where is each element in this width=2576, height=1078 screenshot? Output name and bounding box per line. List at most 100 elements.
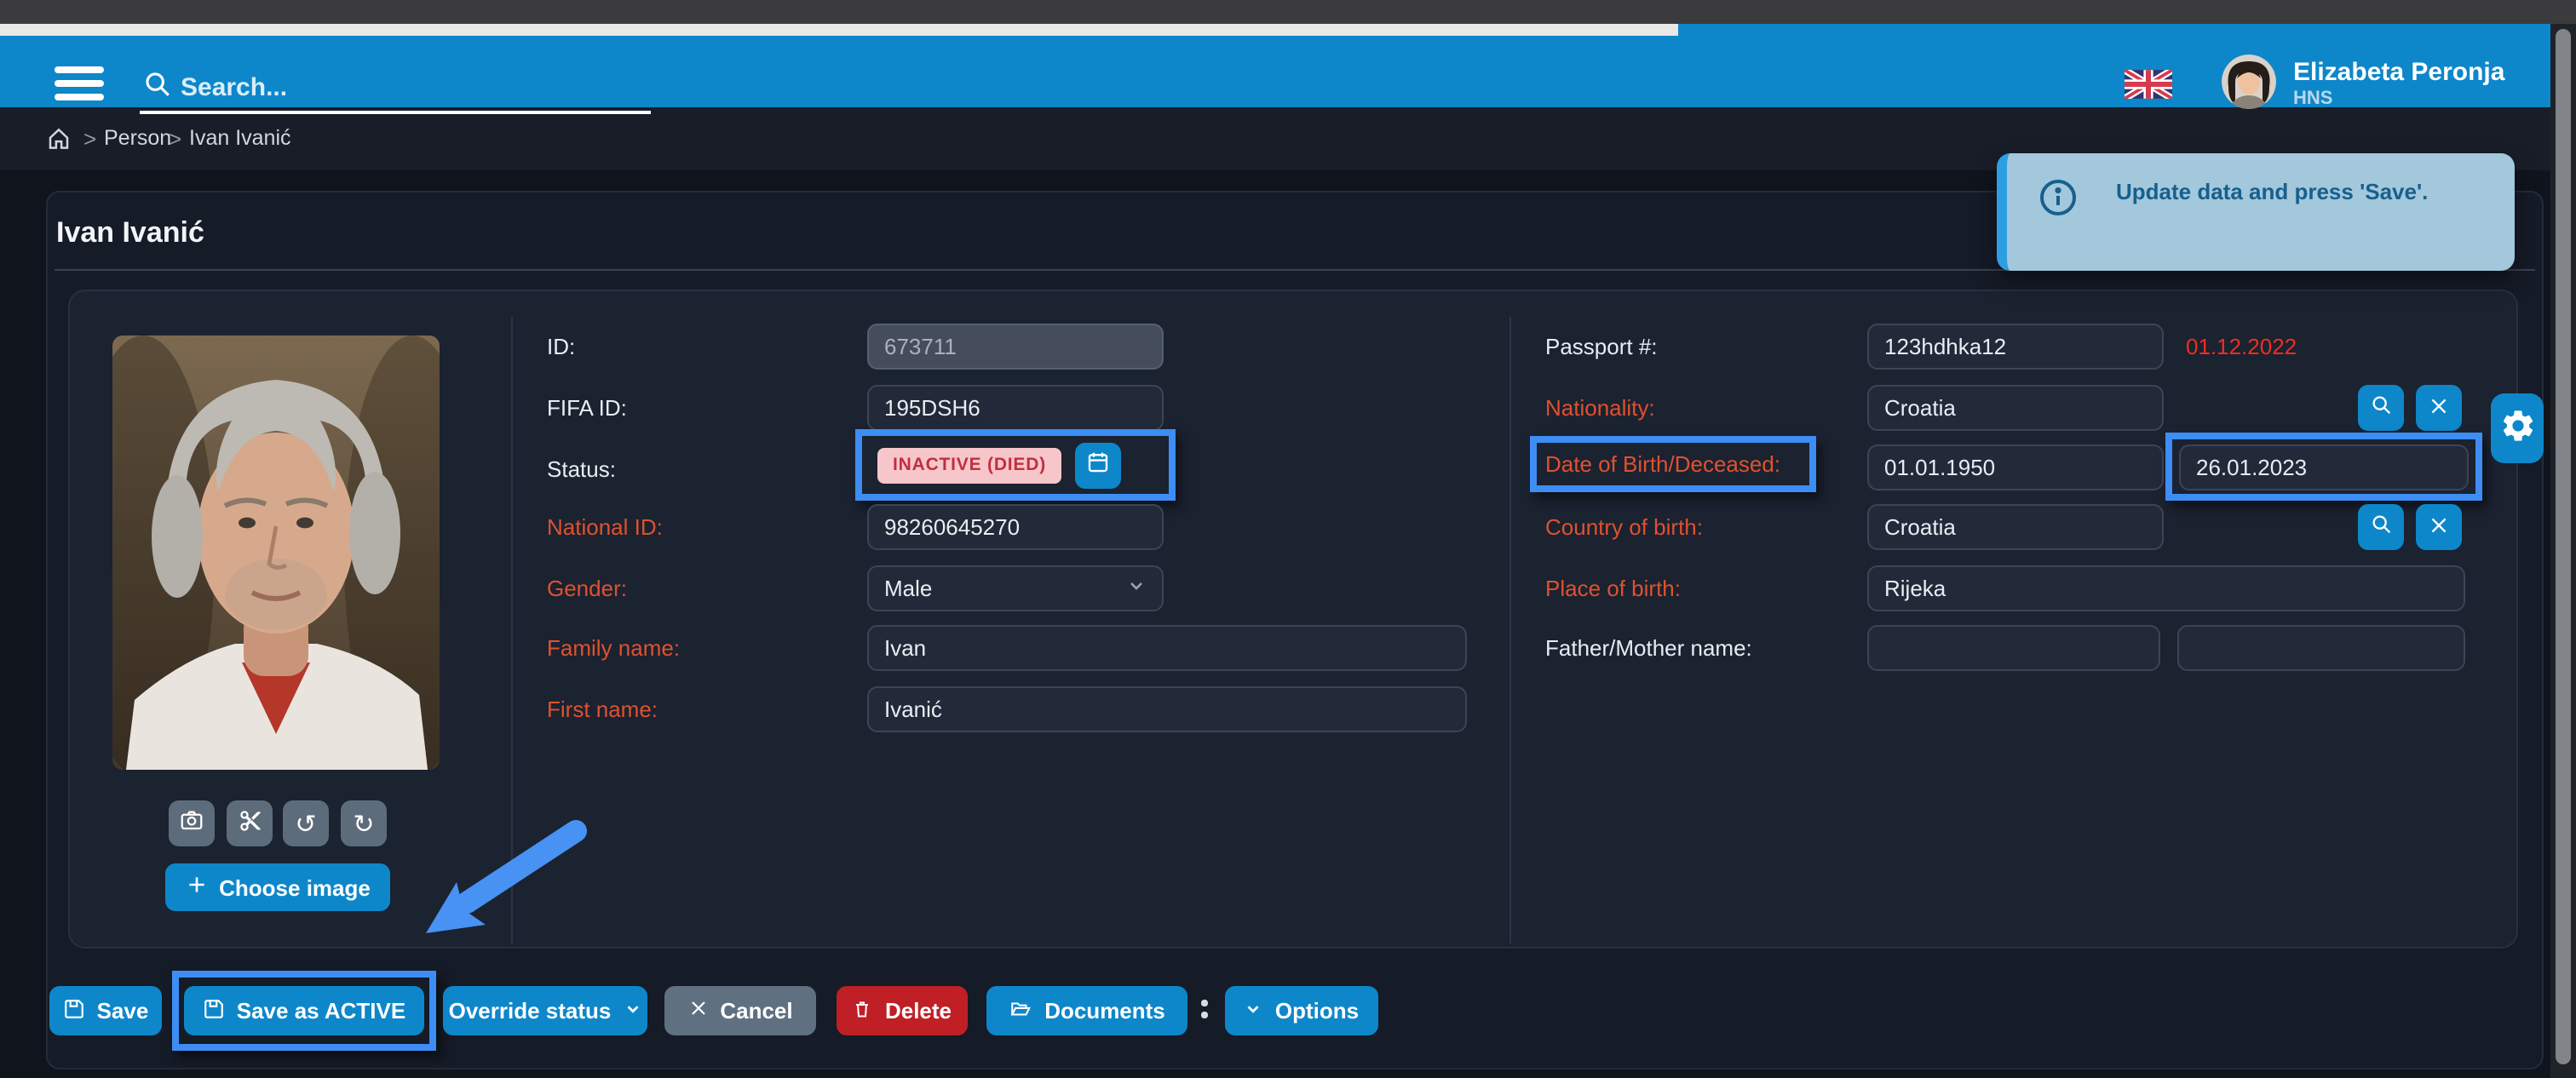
country-clear-button[interactable] (2416, 504, 2462, 550)
close-icon (2428, 394, 2450, 421)
folder-icon (1009, 997, 1032, 1024)
country-of-birth-field[interactable] (1867, 504, 2164, 550)
search-icon (2369, 513, 2393, 542)
search-input[interactable] (181, 68, 641, 106)
search-icon (143, 70, 172, 107)
breadcrumb-item-person[interactable]: Person (104, 107, 171, 170)
options-label: Options (1275, 998, 1359, 1024)
hamburger-menu-button[interactable] (55, 66, 104, 100)
save-active-annotation-highlight: Save as ACTIVE (172, 971, 436, 1051)
rotate-right-button[interactable]: ↻ (341, 800, 387, 846)
crop-cut-button[interactable] (227, 800, 273, 846)
id-field (867, 324, 1164, 370)
delete-label: Delete (885, 998, 952, 1024)
save-label: Save (97, 998, 149, 1024)
gear-icon (2498, 407, 2536, 450)
family-name-field[interactable] (867, 625, 1467, 671)
save-icon (63, 997, 85, 1024)
cancel-label: Cancel (720, 998, 792, 1024)
documents-label: Documents (1044, 998, 1165, 1024)
breadcrumb-item-current: Ivan Ivanić (189, 107, 291, 170)
status-calendar-button[interactable] (1075, 442, 1121, 488)
annotation-arrow (405, 814, 596, 950)
national-id-field[interactable] (867, 504, 1164, 550)
rotate-right-icon: ↻ (353, 808, 374, 839)
chevron-down-icon (1126, 576, 1147, 601)
field-label-country-of-birth: Country of birth: (1545, 504, 1703, 550)
first-name-field[interactable] (867, 686, 1467, 732)
plus-icon (185, 874, 207, 901)
chevron-down-icon (623, 998, 641, 1024)
save-as-active-label: Save as ACTIVE (237, 998, 405, 1024)
field-label-fifa-id: FIFA ID: (547, 385, 627, 431)
app-window: Elizabeta Peronja HNS > Person > Ivan Iv… (0, 0, 2576, 1078)
window-chrome-bar (0, 0, 2576, 24)
gender-select[interactable]: Male (867, 565, 1164, 611)
close-icon (2428, 513, 2450, 541)
field-label-gender: Gender: (547, 565, 627, 611)
place-of-birth-field[interactable] (1867, 565, 2465, 611)
field-label-id: ID: (547, 324, 575, 370)
page-title: Ivan Ivanić (56, 216, 204, 250)
column-divider (1509, 317, 1511, 943)
father-name-field[interactable] (1867, 625, 2160, 671)
hamburger-bar (55, 94, 104, 100)
field-label-status: Status: (547, 446, 616, 492)
choose-image-button[interactable]: Choose image (165, 863, 390, 911)
override-status-button[interactable]: Override status (443, 986, 647, 1035)
language-flag-uk-icon[interactable] (2125, 70, 2172, 107)
documents-button[interactable]: Documents (986, 986, 1187, 1035)
calendar-icon (1085, 450, 1111, 480)
camera-icon (179, 807, 204, 840)
trash-icon (853, 997, 873, 1024)
dob-label-annotation-highlight: Date of Birth/Deceased: (1530, 436, 1816, 492)
info-toast: Update data and press 'Save'. (1997, 153, 2515, 271)
fifa-id-field[interactable] (867, 385, 1164, 431)
deceased-date-annotation-highlight (2165, 433, 2482, 501)
breadcrumb-separator: > (169, 107, 181, 170)
close-icon (687, 998, 708, 1024)
save-button[interactable]: Save (49, 986, 162, 1035)
home-icon[interactable] (46, 126, 72, 160)
settings-button[interactable] (2491, 393, 2544, 463)
user-avatar[interactable] (2222, 54, 2276, 109)
field-label-passport: Passport #: (1545, 324, 1658, 370)
app-header: Elizabeta Peronja HNS (0, 24, 2550, 107)
scrollbar-thumb[interactable] (2556, 29, 2571, 1064)
camera-button[interactable] (169, 800, 215, 846)
save-icon (203, 997, 225, 1024)
mother-name-field[interactable] (2177, 625, 2465, 671)
info-icon (2038, 174, 2079, 226)
status-annotation-highlight: INACTIVE (DIED) (855, 429, 1176, 501)
user-name[interactable]: Elizabeta Peronja (2293, 58, 2504, 87)
cancel-button[interactable]: Cancel (664, 986, 816, 1035)
override-status-label: Override status (449, 998, 612, 1024)
toast-message: Update data and press 'Save'. (2116, 174, 2428, 204)
scissors-icon (238, 808, 262, 839)
window-chrome-edge (0, 24, 1678, 36)
nationality-clear-button[interactable] (2416, 385, 2462, 431)
options-button[interactable]: Options (1225, 986, 1378, 1035)
ellipsis-separator (1201, 996, 1208, 1027)
rotate-left-icon: ↺ (295, 808, 316, 839)
field-label-first-name: First name: (547, 686, 658, 732)
save-as-active-button[interactable]: Save as ACTIVE (184, 986, 424, 1035)
status-badge: INACTIVE (DIED) (877, 447, 1061, 483)
field-label-dob: Date of Birth/Deceased: (1545, 443, 1780, 485)
rotate-left-button[interactable]: ↺ (283, 800, 329, 846)
hamburger-bar (55, 66, 104, 73)
nationality-search-button[interactable] (2358, 385, 2404, 431)
gender-value: Male (884, 576, 932, 601)
deceased-date-field[interactable] (2179, 444, 2469, 490)
passport-expiry-date: 01.12.2022 (2186, 324, 2297, 370)
birth-date-field[interactable] (1867, 444, 2164, 490)
passport-field[interactable] (1867, 324, 2164, 370)
search-underline (140, 111, 651, 114)
choose-image-label: Choose image (219, 874, 371, 900)
country-search-button[interactable] (2358, 504, 2404, 550)
delete-button[interactable]: Delete (837, 986, 968, 1035)
person-photo (112, 335, 440, 770)
user-organization: HNS (2293, 89, 2332, 109)
field-label-nationality: Nationality: (1545, 385, 1655, 431)
nationality-field[interactable] (1867, 385, 2164, 431)
